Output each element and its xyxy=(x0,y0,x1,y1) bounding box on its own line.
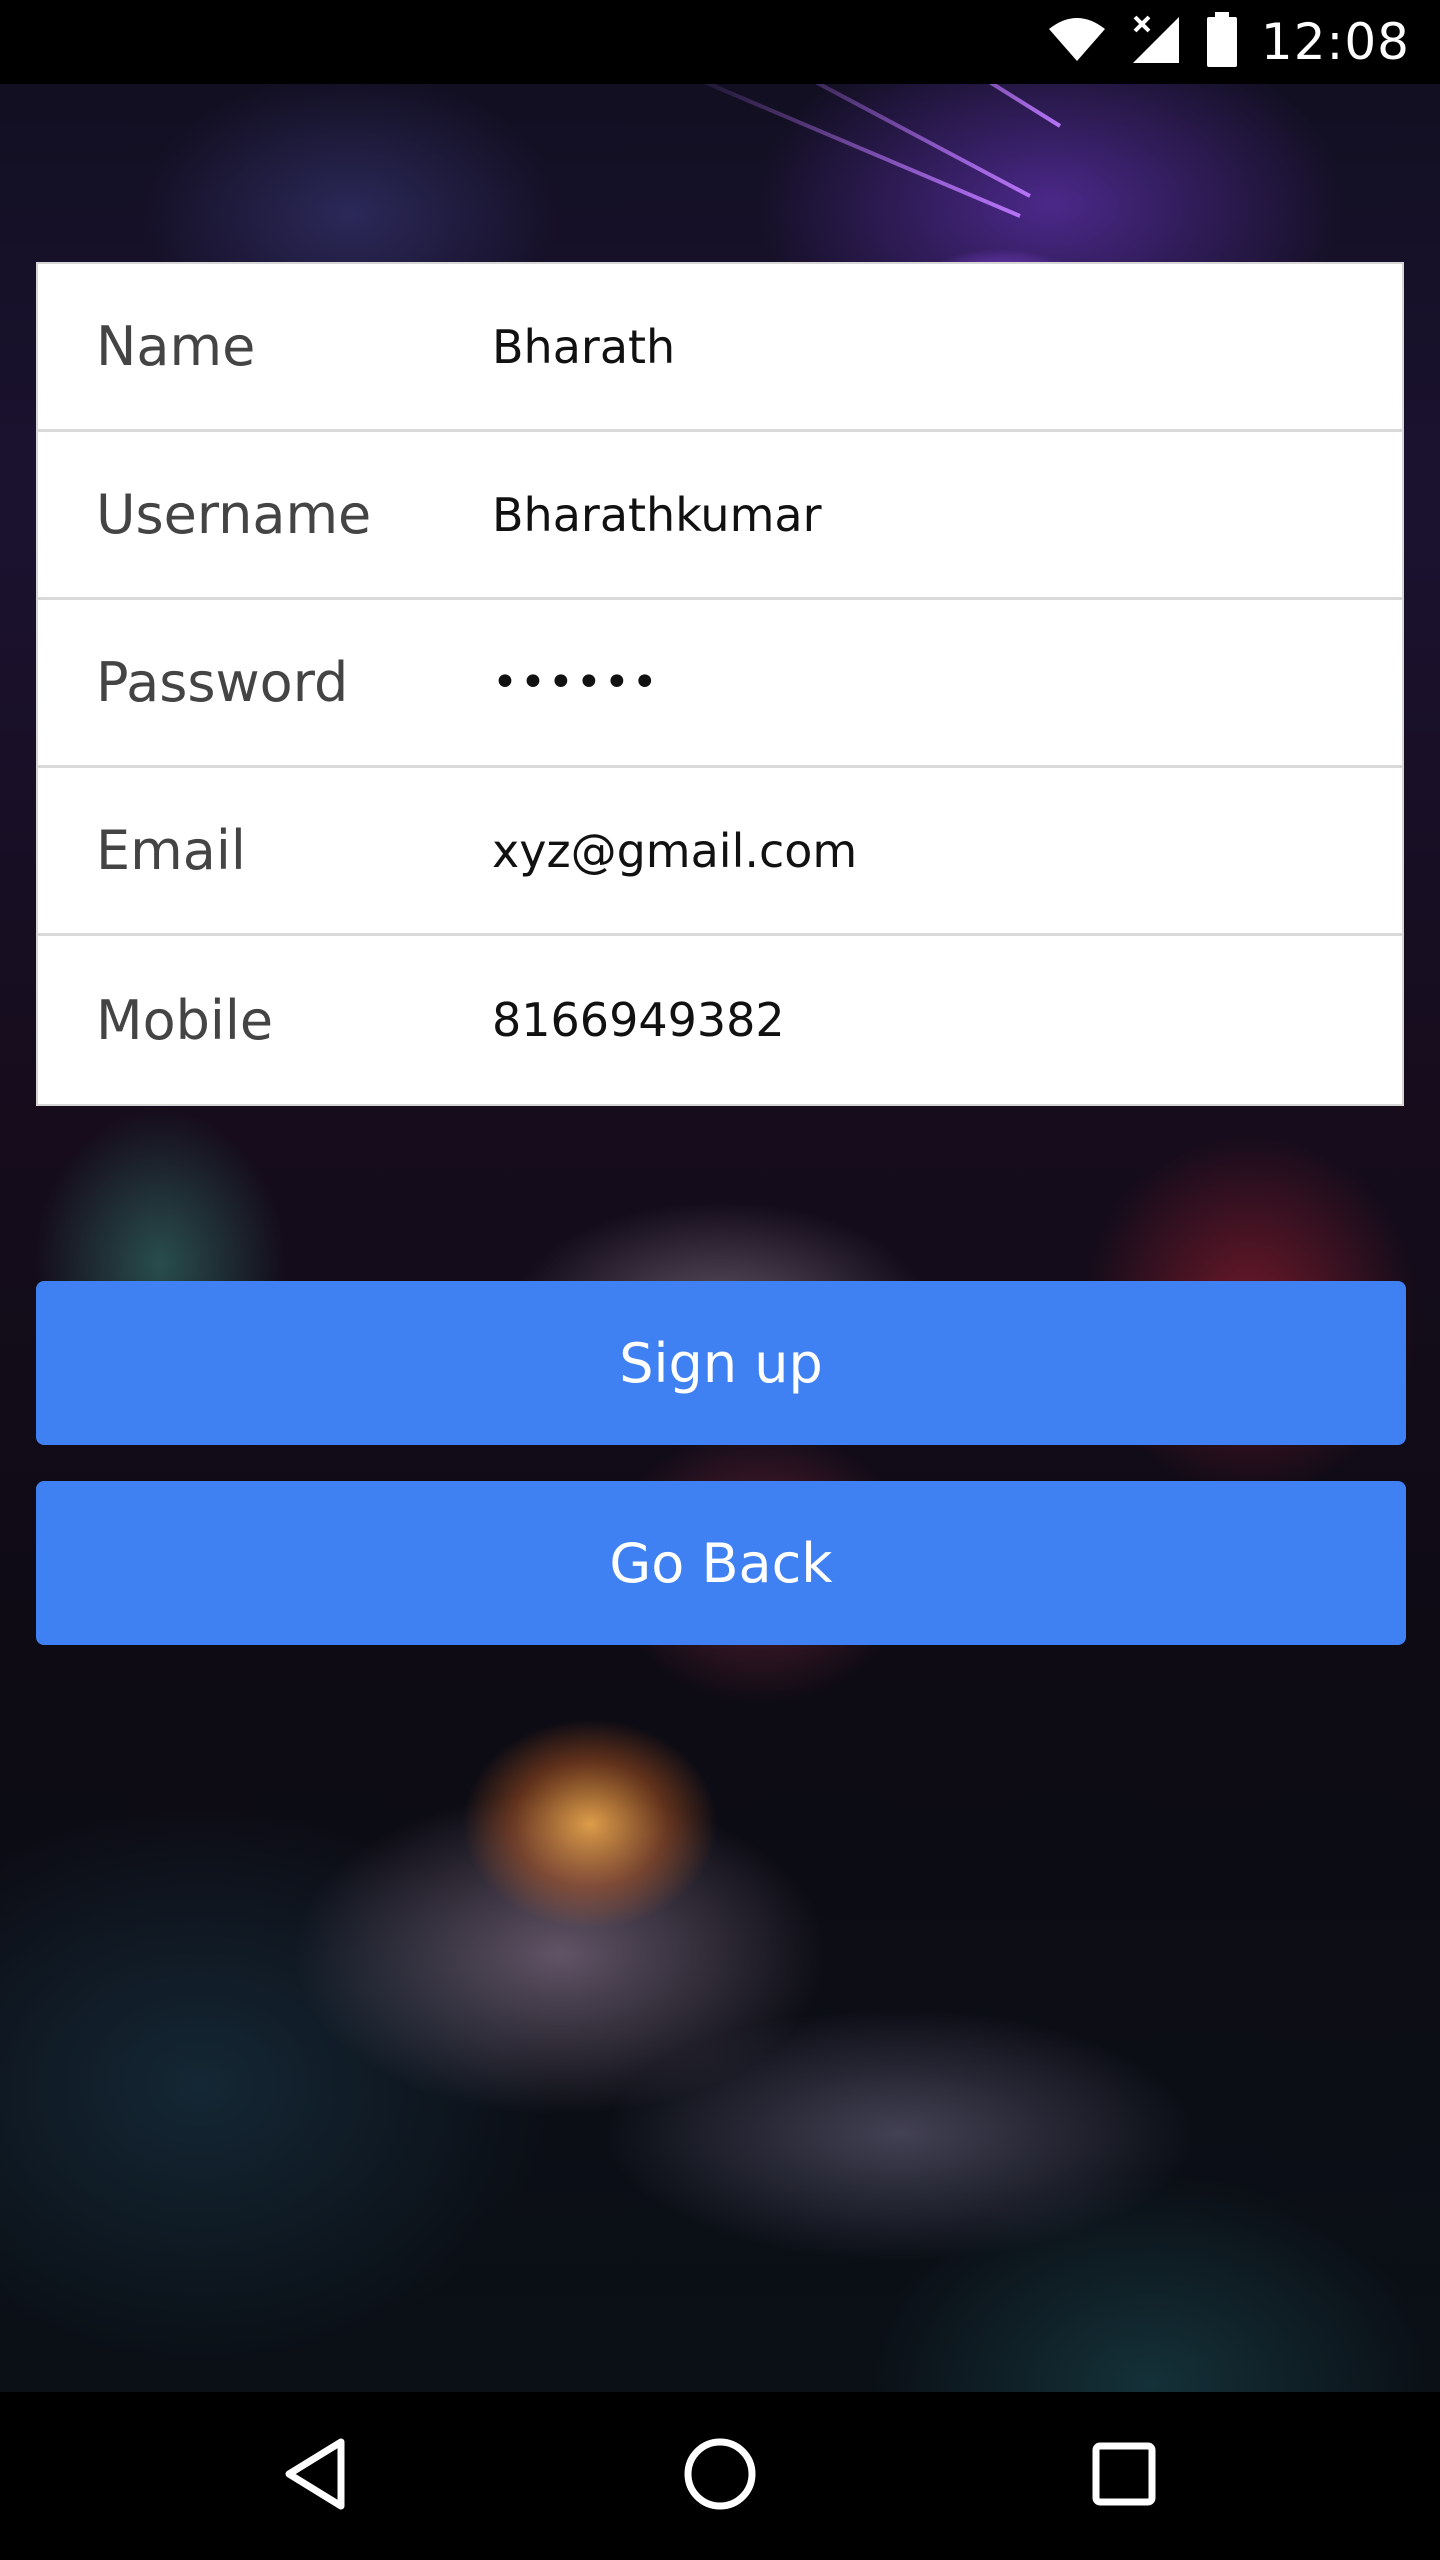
form-row-email: Email xyxy=(38,768,1402,936)
cell-signal-icon xyxy=(1129,13,1183,71)
password-label: Password xyxy=(96,651,349,714)
recents-square-icon xyxy=(1091,2441,1157,2511)
form-row-mobile: Mobile xyxy=(38,936,1402,1104)
username-label: Username xyxy=(96,483,372,546)
name-label: Name xyxy=(96,315,256,378)
back-triangle-icon xyxy=(281,2436,351,2516)
mobile-label: Mobile xyxy=(96,988,274,1052)
signup-button[interactable]: Sign up xyxy=(36,1281,1406,1445)
light-beam xyxy=(669,65,1021,218)
password-field[interactable] xyxy=(492,600,1402,765)
status-bar: 12:08 xyxy=(0,0,1440,84)
nav-back-button[interactable] xyxy=(216,2392,416,2560)
home-circle-icon xyxy=(682,2436,758,2516)
name-field[interactable] xyxy=(492,264,1402,429)
go-back-button[interactable]: Go Back xyxy=(36,1481,1406,1645)
email-label: Email xyxy=(96,819,246,882)
status-time: 12:08 xyxy=(1260,13,1410,71)
signup-screen: 12:08 Name Username Password Email Mobil… xyxy=(0,0,1440,2560)
form-row-password: Password xyxy=(38,600,1402,768)
wifi-icon xyxy=(1047,15,1107,69)
email-field[interactable] xyxy=(492,768,1402,933)
form-row-username: Username xyxy=(38,432,1402,600)
signup-form: Name Username Password Email Mobile xyxy=(36,262,1404,1106)
mobile-field[interactable] xyxy=(492,936,1402,1104)
nav-recents-button[interactable] xyxy=(1024,2392,1224,2560)
form-row-name: Name xyxy=(38,264,1402,432)
username-field[interactable] xyxy=(492,432,1402,597)
battery-icon xyxy=(1205,12,1239,72)
navigation-bar xyxy=(0,2392,1440,2560)
nav-home-button[interactable] xyxy=(620,2392,820,2560)
